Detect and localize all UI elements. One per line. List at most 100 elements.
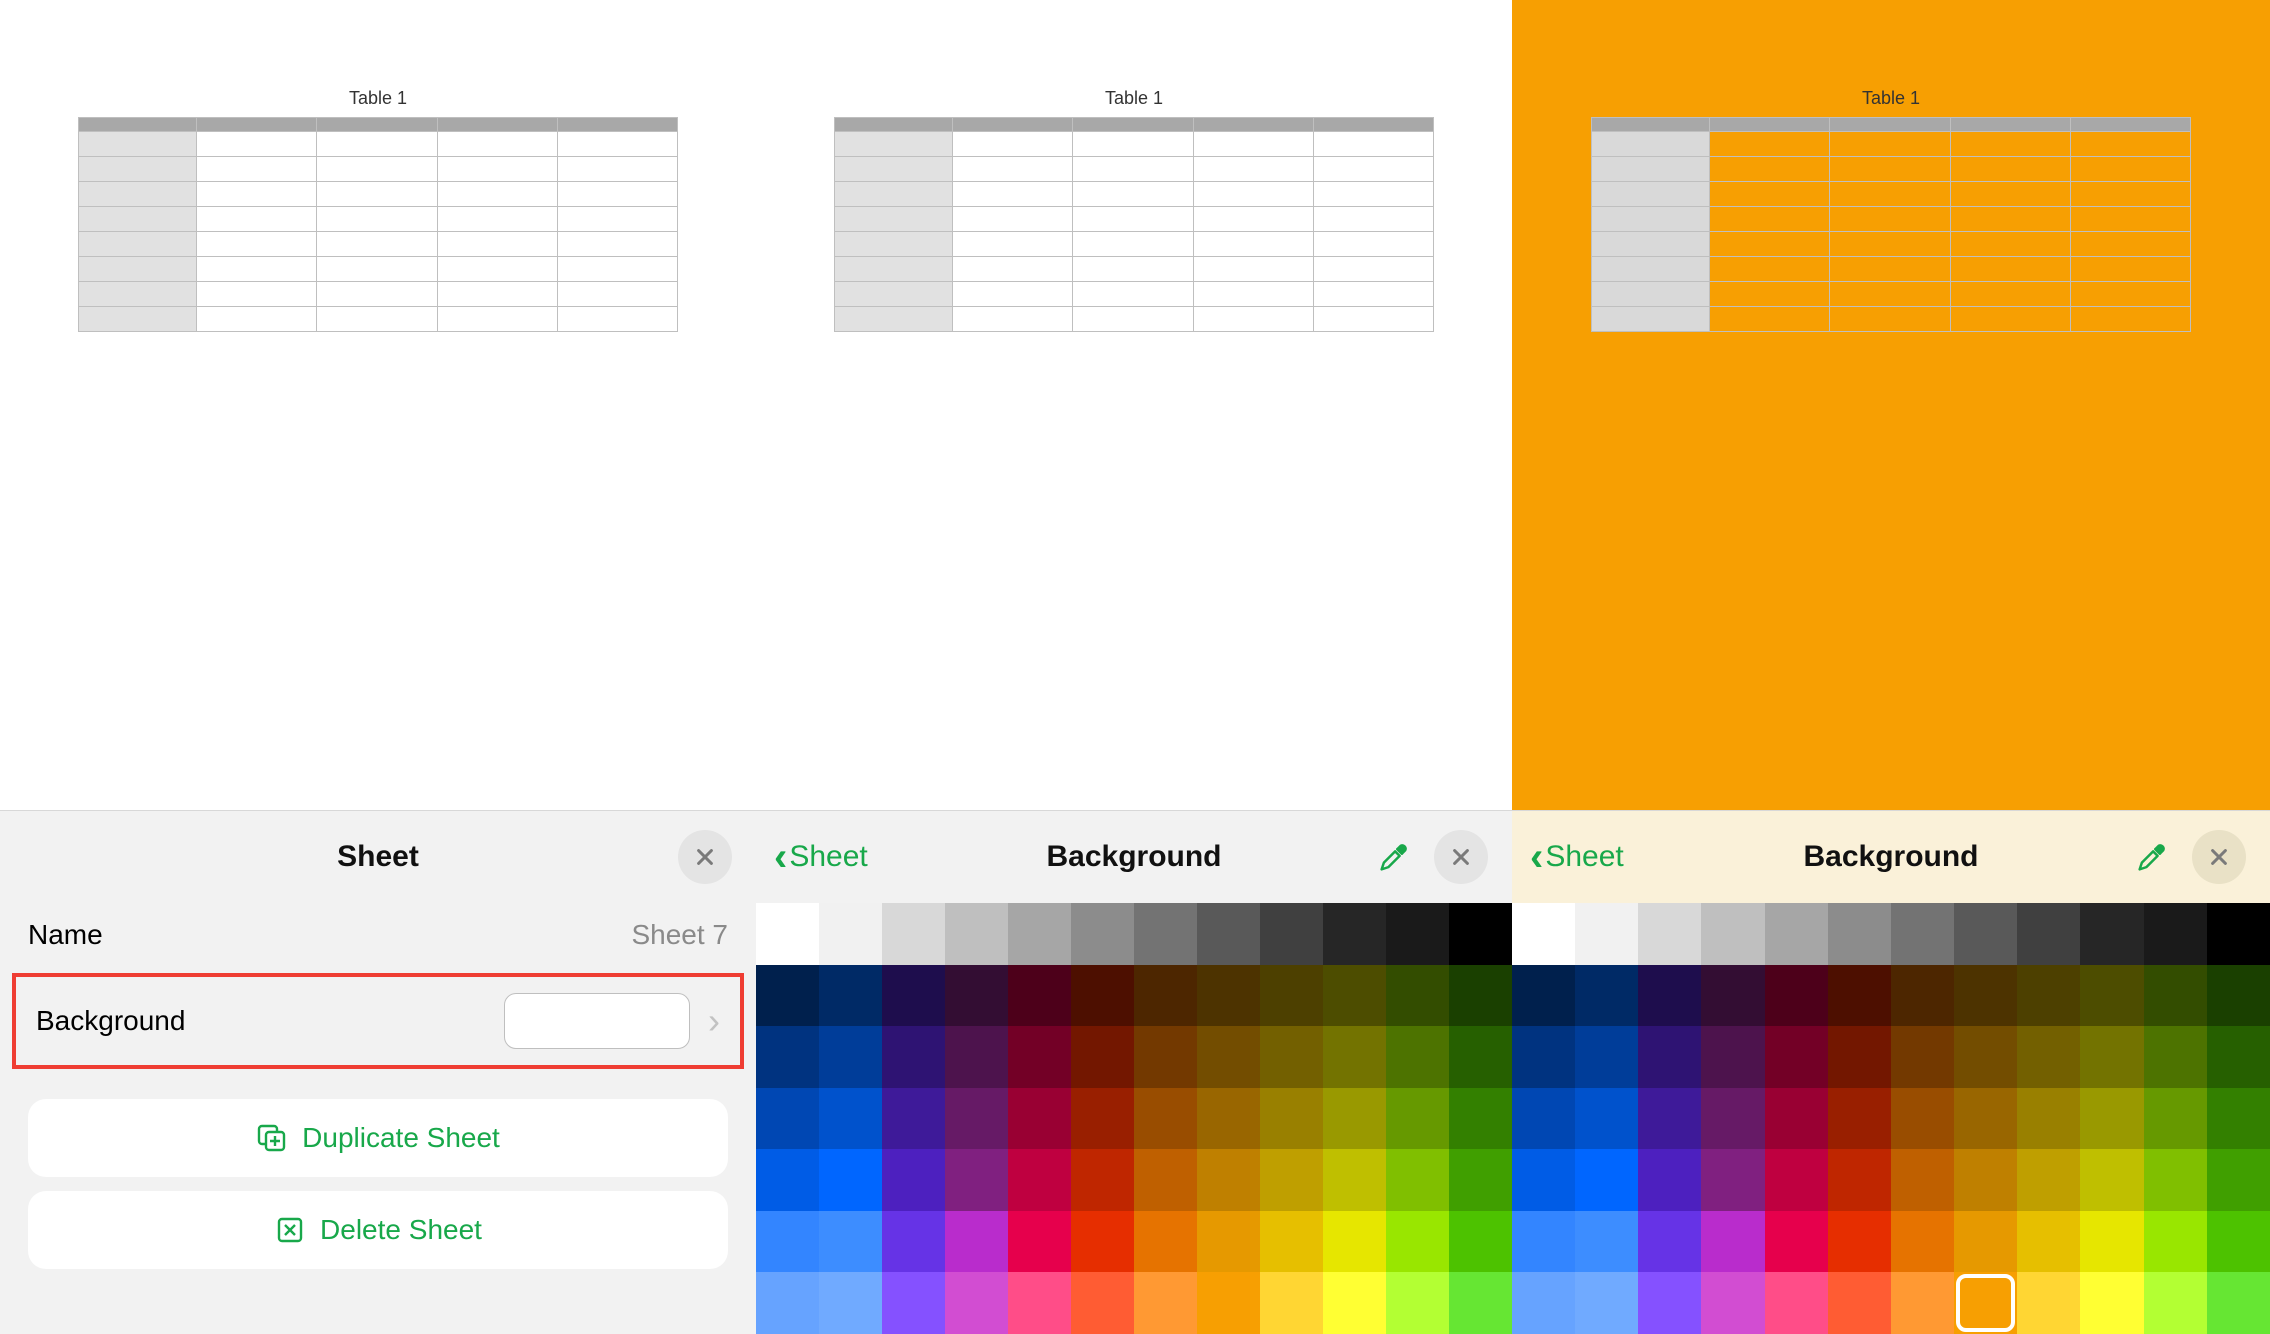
color-swatch[interactable]: [1197, 903, 1260, 965]
color-swatch[interactable]: [1323, 1149, 1386, 1211]
color-swatch[interactable]: [1828, 903, 1891, 965]
color-swatch[interactable]: [1386, 965, 1449, 1027]
color-swatch[interactable]: [1323, 1026, 1386, 1088]
color-swatch[interactable]: [1954, 1211, 2017, 1273]
color-swatch[interactable]: [1386, 903, 1449, 965]
color-swatch[interactable]: [2207, 903, 2270, 965]
color-swatch[interactable]: [1008, 1026, 1071, 1088]
color-swatch[interactable]: [1765, 965, 1828, 1027]
color-swatch[interactable]: [2144, 1088, 2207, 1150]
color-swatch[interactable]: [1575, 903, 1638, 965]
color-swatch[interactable]: [756, 1088, 819, 1150]
color-swatch[interactable]: [1954, 1149, 2017, 1211]
color-swatch[interactable]: [819, 903, 882, 965]
color-swatch[interactable]: [2080, 1149, 2143, 1211]
color-swatch[interactable]: [2207, 965, 2270, 1027]
color-swatch[interactable]: [1765, 1211, 1828, 1273]
color-swatch[interactable]: [1954, 1026, 2017, 1088]
color-swatch[interactable]: [1071, 1211, 1134, 1273]
color-swatch[interactable]: [882, 1026, 945, 1088]
color-swatch[interactable]: [1575, 1088, 1638, 1150]
color-swatch[interactable]: [1134, 1088, 1197, 1150]
color-swatch[interactable]: [756, 1026, 819, 1088]
color-swatch[interactable]: [1638, 1088, 1701, 1150]
color-swatch[interactable]: [1260, 1211, 1323, 1273]
color-swatch[interactable]: [882, 1272, 945, 1334]
color-swatch[interactable]: [1260, 903, 1323, 965]
color-swatch[interactable]: [1260, 1272, 1323, 1334]
color-swatch[interactable]: [1512, 1272, 1575, 1334]
color-swatch[interactable]: [2080, 1211, 2143, 1273]
color-swatch[interactable]: [1449, 903, 1512, 965]
eyedropper-icon[interactable]: [2134, 839, 2170, 875]
color-swatch[interactable]: [1260, 1026, 1323, 1088]
color-swatch[interactable]: [1891, 1211, 1954, 1273]
color-swatch[interactable]: [1449, 1272, 1512, 1334]
background-row[interactable]: Background ›: [12, 973, 744, 1069]
color-swatch[interactable]: [1134, 1149, 1197, 1211]
color-swatch[interactable]: [1071, 1088, 1134, 1150]
color-swatch[interactable]: [819, 1149, 882, 1211]
color-swatch[interactable]: [1008, 965, 1071, 1027]
color-swatch[interactable]: [1071, 1026, 1134, 1088]
color-swatch[interactable]: [1512, 965, 1575, 1027]
color-swatch[interactable]: [1575, 1149, 1638, 1211]
color-swatch[interactable]: [1197, 1026, 1260, 1088]
color-swatch[interactable]: [1449, 1026, 1512, 1088]
color-grid[interactable]: [756, 903, 1512, 1334]
color-swatch[interactable]: [2207, 1211, 2270, 1273]
color-swatch[interactable]: [882, 1211, 945, 1273]
color-swatch[interactable]: [2080, 1272, 2143, 1334]
canvas-area[interactable]: Table 1 /*rows*/: [0, 0, 756, 810]
color-swatch[interactable]: [2144, 1149, 2207, 1211]
color-swatch[interactable]: [1008, 1272, 1071, 1334]
color-swatch[interactable]: [2207, 1272, 2270, 1334]
color-swatch[interactable]: [1512, 1149, 1575, 1211]
color-swatch[interactable]: [1449, 1149, 1512, 1211]
color-swatch[interactable]: [1134, 903, 1197, 965]
color-swatch[interactable]: [1701, 903, 1764, 965]
color-swatch[interactable]: [2017, 1272, 2080, 1334]
color-swatch[interactable]: [1008, 1088, 1071, 1150]
name-row[interactable]: Name Sheet 7: [0, 903, 756, 967]
color-swatch[interactable]: [882, 1149, 945, 1211]
color-swatch[interactable]: [945, 1272, 1008, 1334]
color-swatch[interactable]: [2144, 1211, 2207, 1273]
color-swatch[interactable]: [1765, 1149, 1828, 1211]
eyedropper-icon[interactable]: [1376, 839, 1412, 875]
color-swatch[interactable]: [2017, 1149, 2080, 1211]
color-swatch[interactable]: [756, 1211, 819, 1273]
color-swatch[interactable]: [1828, 1026, 1891, 1088]
color-swatch[interactable]: [1638, 1211, 1701, 1273]
color-swatch[interactable]: [1701, 1272, 1764, 1334]
color-swatch[interactable]: [1071, 1149, 1134, 1211]
color-swatch[interactable]: [2017, 1211, 2080, 1273]
color-swatch[interactable]: [1134, 1272, 1197, 1334]
color-swatch[interactable]: [2144, 903, 2207, 965]
close-button[interactable]: [2192, 830, 2246, 884]
color-swatch[interactable]: [756, 965, 819, 1027]
color-swatch[interactable]: [2080, 1026, 2143, 1088]
color-swatch[interactable]: [1134, 1211, 1197, 1273]
color-swatch[interactable]: [1891, 903, 1954, 965]
color-swatch[interactable]: [1449, 965, 1512, 1027]
color-swatch[interactable]: [1701, 1211, 1764, 1273]
color-swatch[interactable]: [2080, 965, 2143, 1027]
color-swatch[interactable]: [819, 1026, 882, 1088]
color-swatch[interactable]: [1134, 965, 1197, 1027]
color-swatch[interactable]: [819, 1088, 882, 1150]
color-swatch[interactable]: [1449, 1211, 1512, 1273]
color-swatch[interactable]: [1765, 1088, 1828, 1150]
color-swatch[interactable]: [1701, 1149, 1764, 1211]
color-swatch[interactable]: [1701, 965, 1764, 1027]
background-swatch[interactable]: [504, 993, 690, 1049]
color-swatch[interactable]: [1323, 903, 1386, 965]
color-swatch[interactable]: [945, 1211, 1008, 1273]
color-swatch[interactable]: [1071, 1272, 1134, 1334]
color-swatch[interactable]: [1765, 1026, 1828, 1088]
color-swatch[interactable]: [2017, 1026, 2080, 1088]
color-swatch[interactable]: [2017, 965, 2080, 1027]
color-swatch[interactable]: [1197, 1149, 1260, 1211]
color-swatch[interactable]: [1449, 1088, 1512, 1150]
color-swatch[interactable]: [1701, 1026, 1764, 1088]
